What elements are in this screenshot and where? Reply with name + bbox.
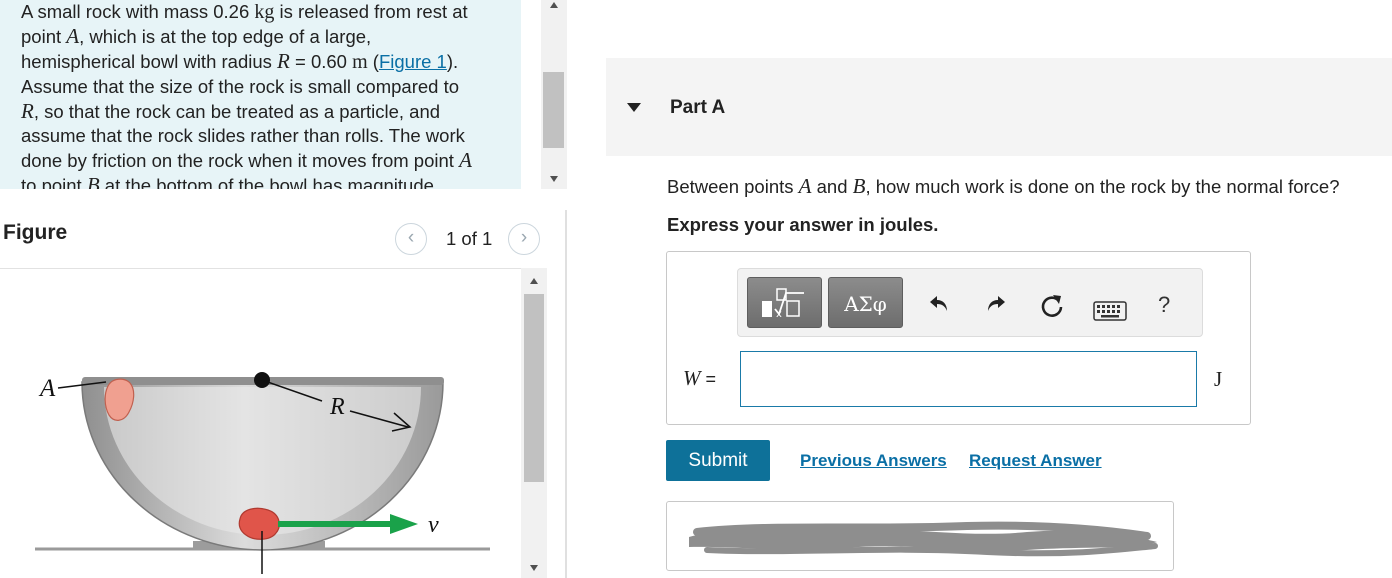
collapse-caret-icon[interactable] [627, 103, 641, 112]
undo-icon[interactable] [928, 293, 950, 315]
figure-title: Figure [3, 221, 68, 244]
keyboard-icon[interactable] [1093, 301, 1127, 321]
previous-figure-button[interactable]: ‹ [395, 223, 427, 255]
scroll-down-arrow-icon[interactable] [550, 176, 558, 182]
answer-instruction: Express your answer in joules. [667, 214, 939, 235]
point-a-label: A [38, 375, 56, 402]
feedback-box [666, 501, 1174, 571]
scroll-up-arrow-icon[interactable] [530, 278, 538, 284]
radius-label: R [329, 394, 345, 420]
next-figure-button[interactable]: › [508, 223, 540, 255]
greek-symbols-icon: ΑΣφ [844, 292, 887, 316]
help-icon[interactable]: ? [1158, 292, 1170, 318]
redacted-scribble [689, 521, 1158, 557]
redo-icon[interactable] [985, 293, 1007, 315]
problem-statement-panel: A small rock with mass 0.26 kg is releas… [0, 0, 521, 189]
chevron-right-icon: › [520, 227, 528, 248]
figure-link[interactable]: Figure 1 [379, 51, 447, 72]
templates-icon: x [762, 288, 804, 319]
request-answer-link[interactable]: Request Answer [969, 451, 1102, 471]
problem-text: A small rock with mass 0.26 kg is releas… [21, 1, 472, 189]
scrollbar-thumb[interactable] [543, 72, 564, 148]
figure-scrollbar[interactable] [521, 268, 547, 578]
templates-button[interactable]: x [747, 277, 822, 328]
scroll-down-arrow-icon[interactable] [530, 565, 538, 571]
question-text: Between points A and B, how much work is… [667, 174, 1340, 198]
bowl-figure: R A v [35, 372, 490, 574]
answer-variable-label: W = [683, 366, 717, 390]
svg-text:x: x [776, 309, 782, 319]
velocity-label: v [428, 512, 439, 538]
submit-button[interactable]: Submit [666, 440, 770, 481]
figure-pager-text: 1 of 1 [446, 228, 493, 249]
scroll-up-arrow-icon[interactable] [550, 2, 558, 8]
velocity-arrow-head [390, 514, 418, 534]
panel-divider [565, 210, 567, 578]
rock-at-point-b [238, 507, 280, 540]
scrollbar-thumb[interactable] [524, 294, 544, 482]
greek-symbols-button[interactable]: ΑΣφ [828, 277, 903, 328]
chevron-left-icon: ‹ [407, 227, 415, 248]
previous-answers-link[interactable]: Previous Answers [800, 451, 947, 471]
answer-input[interactable] [740, 351, 1197, 407]
answer-unit: J [1214, 367, 1223, 391]
problem-scrollbar[interactable] [541, 0, 567, 189]
part-title: Part A [670, 97, 726, 118]
reset-icon[interactable] [1039, 293, 1065, 319]
